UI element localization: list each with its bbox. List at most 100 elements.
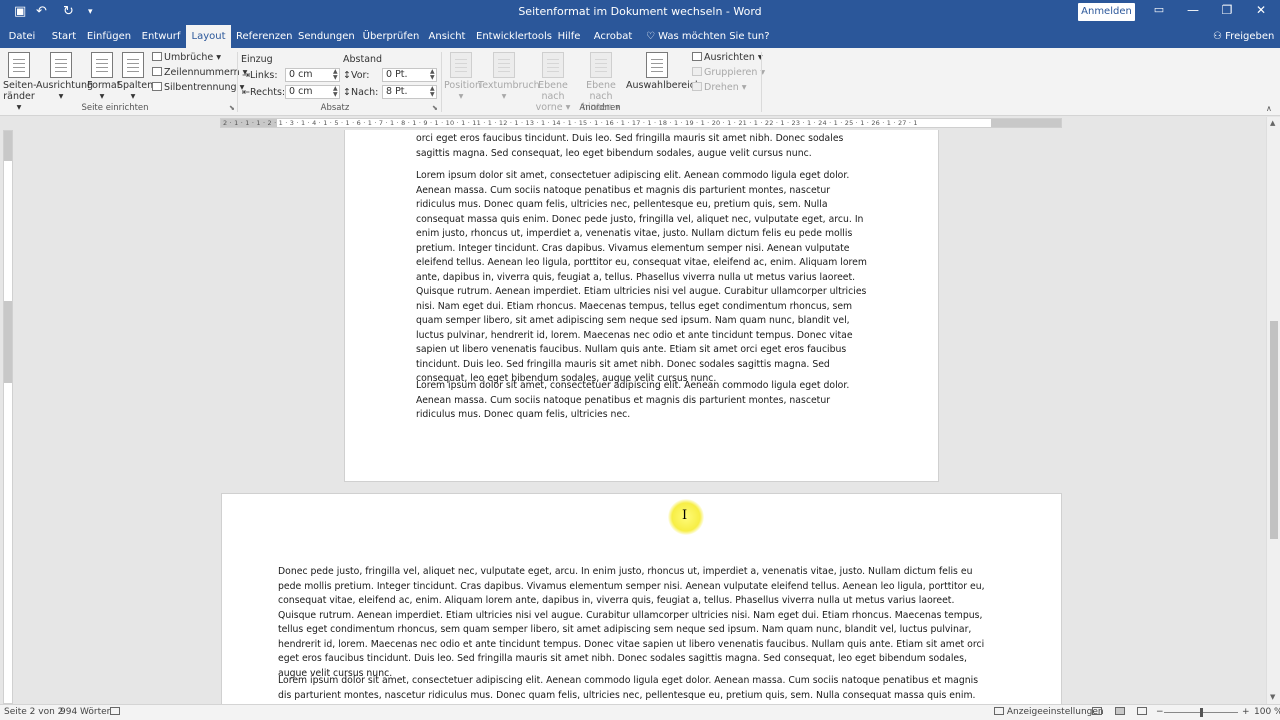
signin-button[interactable]: Anmelden — [1078, 3, 1135, 21]
horizontal-ruler[interactable]: 2 · 1 · 1 · 1 · 2 · 1 · 3 · 1 · 4 · 1 · … — [220, 118, 1062, 128]
print-layout-icon[interactable] — [1115, 707, 1125, 717]
size-label: Format — [87, 80, 121, 91]
hyphenation-icon — [152, 82, 162, 91]
orientation-icon — [50, 52, 72, 78]
page-count[interactable]: Seite 2 von 2 — [4, 707, 63, 717]
share-button[interactable]: ⚇ Freigeben — [1213, 25, 1274, 48]
minimize-button[interactable]: — — [1183, 3, 1203, 17]
scroll-up-icon[interactable]: ▲ — [1270, 119, 1275, 127]
margins-icon — [8, 52, 30, 78]
rotate-icon — [692, 82, 702, 91]
paragraph-dialog-launcher-icon[interactable]: ⬊ — [432, 104, 438, 112]
scroll-down-icon[interactable]: ▼ — [1270, 693, 1275, 701]
person-icon: ⚇ — [1213, 31, 1222, 42]
group-label-paragraph: Absatz — [320, 103, 350, 113]
lightbulb-icon: ♡ — [646, 31, 655, 42]
line-numbers-label: Zeilennummern ▾ — [164, 67, 248, 78]
indent-left-label: ⇥Links: — [242, 70, 278, 81]
align-button[interactable]: Ausrichten ▾ — [692, 51, 763, 65]
undo-icon[interactable]: ↶ — [36, 4, 47, 19]
tab-hilfe[interactable]: Hilfe — [554, 25, 584, 48]
hyphenation-label: Silbentrennung ▾ — [164, 82, 245, 93]
tab-referenzen[interactable]: Referenzen — [236, 25, 292, 48]
zoom-in-button[interactable]: + — [1242, 707, 1250, 717]
tab-entwicklertools[interactable]: Entwicklertools — [476, 25, 552, 48]
close-button[interactable]: ✕ — [1251, 3, 1271, 17]
spacing-before-input[interactable]: 0 Pt. — [382, 68, 437, 82]
paragraph[interactable]: Donec pede justo, fringilla vel, aliquet… — [278, 565, 990, 681]
group-separator — [237, 52, 238, 112]
redo-icon[interactable]: ↻ — [63, 4, 74, 19]
paragraph[interactable]: orci eget eros faucibus tincidunt. Duis … — [416, 132, 871, 161]
size-button[interactable]: Format ▾ — [87, 52, 121, 102]
tell-me-search[interactable]: ♡ Was möchten Sie tun? — [646, 25, 770, 48]
read-mode-icon[interactable] — [1092, 707, 1102, 717]
bring-forward-label-2: vorne ▾ — [535, 102, 571, 113]
ribbon-tabs: Datei Start Einfügen Entwurf Layout Refe… — [0, 25, 1280, 48]
paragraph[interactable]: Lorem ipsum dolor sit amet, consectetuer… — [416, 379, 871, 423]
zoom-out-button[interactable]: − — [1156, 707, 1164, 717]
paragraph[interactable]: Lorem ipsum dolor sit amet, consectetuer… — [278, 674, 990, 704]
scroll-thumb[interactable] — [1270, 321, 1278, 539]
group-button[interactable]: Gruppieren ▾ — [692, 66, 765, 80]
tab-datei[interactable]: Datei — [4, 25, 40, 48]
vertical-scrollbar[interactable]: ▲ ▼ — [1266, 117, 1280, 704]
line-numbers-button[interactable]: Zeilennummern ▾ — [152, 66, 247, 80]
wrap-text-icon — [493, 52, 515, 78]
dialog-launcher-icon[interactable]: ⬊ — [229, 104, 235, 112]
tab-start[interactable]: Start — [46, 25, 82, 48]
proofing-icon[interactable] — [110, 707, 120, 717]
breaks-button[interactable]: Umbrüche ▾ — [152, 51, 221, 65]
rotate-button[interactable]: Drehen ▾ — [692, 81, 747, 95]
indent-left-spinner[interactable]: ▲ ▼ — [333, 69, 338, 81]
tab-ueberpruefen[interactable]: Überprüfen — [362, 25, 420, 48]
send-backward-label: Ebene nach — [586, 80, 616, 102]
indent-left-icon: ⇥ — [242, 70, 250, 81]
spacing-after-input[interactable]: 8 Pt. — [382, 85, 437, 99]
orientation-button[interactable]: Ausrichtung ▾ — [36, 52, 93, 102]
vertical-ruler[interactable] — [3, 130, 13, 704]
tab-ansicht[interactable]: Ansicht — [428, 25, 466, 48]
zoom-slider-knob[interactable] — [1200, 708, 1203, 717]
margins-label-2: ränder ▾ — [3, 91, 35, 113]
title-bar: ▣ ↶ ↻ ▾ Seitenformat im Dokument wechsel… — [0, 0, 1280, 25]
columns-button[interactable]: Spalten ▾ — [117, 52, 153, 102]
tell-me-label: Was möchten Sie tun? — [658, 31, 770, 42]
spacing-after-spinner[interactable]: ▲ ▼ — [430, 86, 435, 98]
customize-icon[interactable]: ▾ — [88, 7, 93, 17]
status-bar: Seite 2 von 2 994 Wörter Anzeigeeinstell… — [0, 704, 1280, 720]
tab-layout[interactable]: Layout — [186, 25, 231, 48]
tab-acrobat[interactable]: Acrobat — [592, 25, 634, 48]
document-canvas[interactable]: orci eget eros faucibus tincidunt. Duis … — [14, 130, 1266, 704]
tab-sendungen[interactable]: Sendungen — [298, 25, 355, 48]
margins-button[interactable]: Seiten- ränder ▾ — [3, 52, 37, 113]
wrap-text-button[interactable]: Textumbruch ▾ — [478, 52, 540, 102]
spacing-before-spinner[interactable]: ▲ ▼ — [430, 69, 435, 81]
indent-right-spinner[interactable]: ▲ ▼ — [333, 86, 338, 98]
collapse-ribbon-icon[interactable]: ∧ — [1266, 104, 1272, 113]
vruler-margin — [4, 131, 12, 161]
restore-button[interactable]: ❐ — [1217, 3, 1237, 17]
align-label: Ausrichten ▾ — [704, 52, 763, 63]
spacing-after-label: ↕Nach: — [343, 87, 379, 98]
tab-einfuegen[interactable]: Einfügen — [86, 25, 132, 48]
cursor-highlight: I — [668, 499, 704, 535]
bring-forward-label: Ebene nach — [538, 80, 568, 102]
position-button[interactable]: Position ▾ — [444, 52, 481, 102]
save-icon[interactable]: ▣ — [14, 4, 26, 19]
orientation-label: Ausrichtung — [36, 80, 94, 91]
indent-left-input[interactable]: 0 cm — [285, 68, 340, 82]
indent-right-input[interactable]: 0 cm — [285, 85, 340, 99]
web-layout-icon[interactable] — [1137, 707, 1147, 717]
word-count[interactable]: 994 Wörter — [60, 707, 110, 717]
selection-pane-icon — [646, 52, 668, 78]
hyphenation-button[interactable]: Silbentrennung ▾ — [152, 81, 244, 95]
display-settings-button[interactable]: Anzeigeeinstellungen — [994, 707, 1104, 717]
zoom-level[interactable]: 100 % — [1254, 707, 1280, 717]
ribbon-display-icon[interactable]: ▭ — [1149, 3, 1169, 16]
columns-label: Spalten — [117, 80, 154, 91]
tab-entwurf[interactable]: Entwurf — [140, 25, 182, 48]
paragraph[interactable]: Lorem ipsum dolor sit amet, consectetuer… — [416, 169, 871, 387]
selection-pane-button[interactable]: Auswahlbereich — [626, 52, 701, 91]
bring-forward-icon — [542, 52, 564, 78]
